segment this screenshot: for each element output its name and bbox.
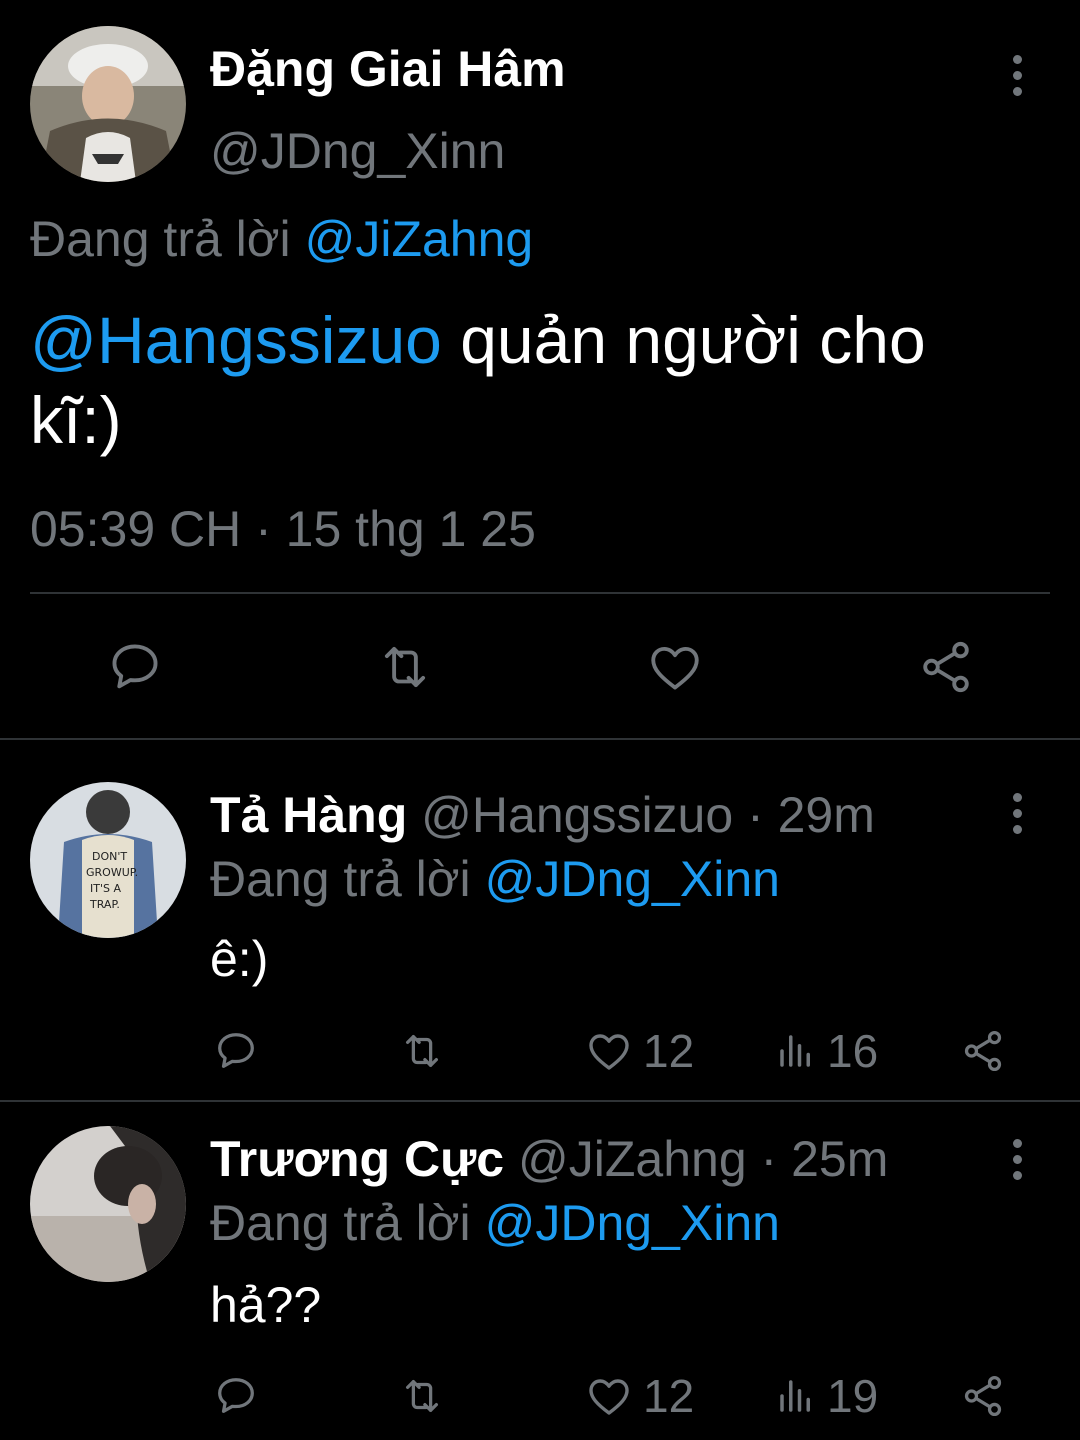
reply-prefix: Đang trả lời <box>210 851 471 907</box>
views-icon <box>780 1035 810 1067</box>
svg-text:GROWUP.: GROWUP. <box>86 866 138 879</box>
more-icon[interactable] <box>997 788 1037 838</box>
reply-avatar[interactable] <box>30 1126 186 1282</box>
main-author-handle[interactable]: @JDng_Xinn <box>210 122 505 180</box>
divider <box>0 738 1080 740</box>
views-button[interactable]: 19 <box>775 1369 878 1423</box>
main-author-avatar[interactable] <box>30 26 186 182</box>
reply-prefix: Đang trả lời <box>210 1195 471 1251</box>
reply-icon <box>218 1033 254 1068</box>
like-icon <box>589 1034 629 1070</box>
like-button[interactable]: 12 <box>585 1369 694 1423</box>
reply-to-link[interactable]: @JDng_Xinn <box>485 1195 780 1251</box>
reply-button[interactable] <box>213 1028 259 1074</box>
reply-author-handle[interactable]: @JiZahng <box>518 1131 747 1187</box>
like-button[interactable] <box>645 638 705 696</box>
divider <box>30 592 1050 594</box>
like-count: 12 <box>643 1370 695 1422</box>
reply-author-handle[interactable]: @Hangssizuo <box>421 787 733 843</box>
main-tweet-text: @Hangssizuo quản người cho kĩ:) <box>30 300 1030 460</box>
views-icon <box>780 1380 810 1412</box>
divider <box>0 1100 1080 1102</box>
reply-text: hả?? <box>210 1277 322 1333</box>
share-icon <box>964 1375 1002 1417</box>
retweet-icon <box>405 1379 439 1413</box>
reply-author-name[interactable]: Trương Cực <box>210 1131 504 1187</box>
reply-author-name[interactable]: Tả Hàng <box>210 787 407 843</box>
views-count: 16 <box>827 1025 879 1077</box>
reply-icon <box>218 1378 254 1413</box>
views-count: 19 <box>827 1370 879 1422</box>
reply-time[interactable]: · 29m <box>747 787 875 843</box>
share-button[interactable] <box>960 1028 1006 1074</box>
reply-to-link[interactable]: @JiZahng <box>305 211 534 267</box>
main-reply-context: Đang trả lời @JiZahng <box>30 210 533 268</box>
reply-avatar[interactable]: DON'T GROWUP. IT'S A TRAP. <box>30 782 186 938</box>
reply-text: ê:) <box>210 931 269 987</box>
reply-header: Tả Hàng @Hangssizuo · 29m <box>210 786 875 844</box>
share-icon <box>923 641 969 693</box>
svg-text:IT'S A: IT'S A <box>90 882 121 895</box>
reply-context: Đang trả lời @JDng_Xinn <box>210 850 780 908</box>
more-icon[interactable] <box>997 1134 1037 1184</box>
like-count: 12 <box>643 1025 695 1077</box>
main-author-name[interactable]: Đặng Giai Hâm <box>210 40 566 98</box>
reply-button[interactable] <box>213 1373 259 1419</box>
retweet-icon <box>384 646 426 688</box>
retweet-button[interactable] <box>397 1373 447 1419</box>
share-button[interactable] <box>960 1373 1006 1419</box>
reply-button[interactable] <box>106 638 164 696</box>
retweet-icon <box>405 1034 439 1068</box>
mention-link[interactable]: @Hangssizuo <box>30 303 442 377</box>
retweet-button[interactable] <box>374 638 436 696</box>
svg-text:DON'T: DON'T <box>92 850 127 863</box>
like-icon <box>589 1379 629 1415</box>
main-timestamp[interactable]: 05:39 CH · 15 thg 1 25 <box>30 500 536 558</box>
reply-icon <box>112 644 158 689</box>
like-icon <box>651 646 699 690</box>
like-button[interactable]: 12 <box>585 1024 694 1078</box>
svg-text:TRAP.: TRAP. <box>89 898 120 911</box>
share-icon <box>964 1030 1002 1072</box>
more-icon[interactable] <box>997 50 1037 100</box>
retweet-button[interactable] <box>397 1028 447 1074</box>
reply-context: Đang trả lời @JDng_Xinn <box>210 1194 780 1252</box>
reply-header: Trương Cực @JiZahng · 25m <box>210 1130 888 1188</box>
reply-prefix: Đang trả lời <box>30 211 291 267</box>
share-button[interactable] <box>916 638 976 696</box>
views-button[interactable]: 16 <box>775 1024 878 1078</box>
reply-time[interactable]: · 25m <box>761 1131 889 1187</box>
reply-to-link[interactable]: @JDng_Xinn <box>485 851 780 907</box>
